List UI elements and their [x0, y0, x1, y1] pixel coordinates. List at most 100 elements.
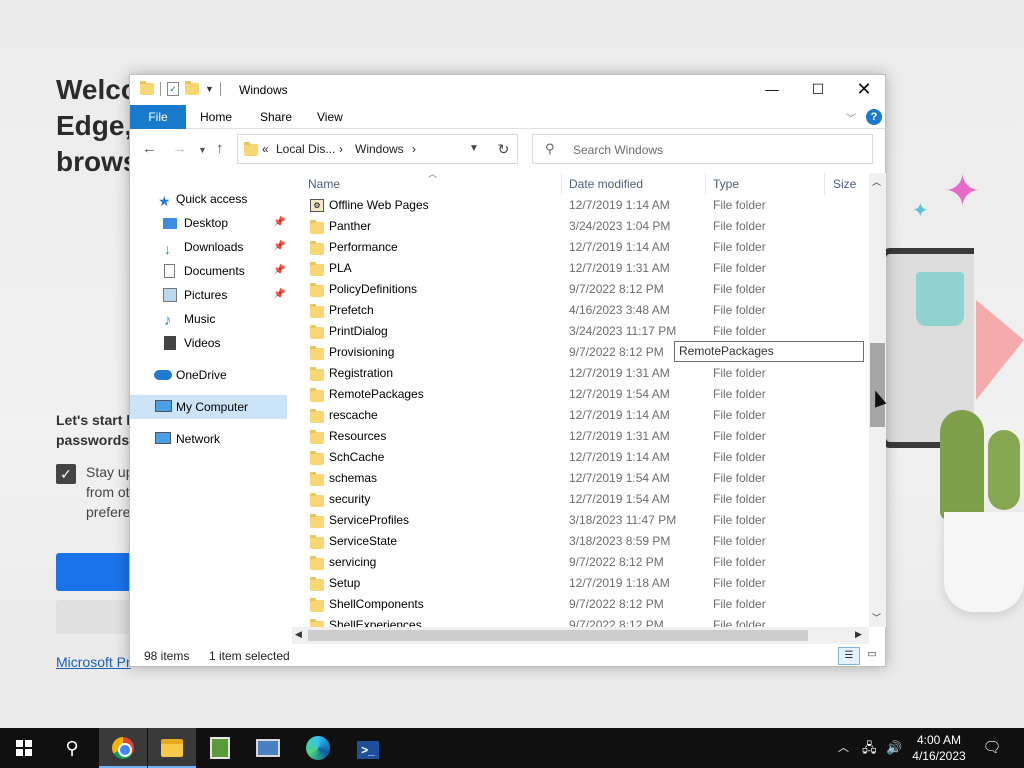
start-button[interactable]: [0, 728, 48, 768]
up-button[interactable]: ↑: [216, 140, 224, 157]
breadcrumb-overflow[interactable]: «: [262, 142, 269, 156]
table-row[interactable]: schemas 12/7/2019 1:54 AM File folder: [302, 468, 869, 489]
tab-file[interactable]: File: [130, 105, 186, 129]
address-bar[interactable]: « Local Dis... › Windows › ▼: [237, 134, 518, 164]
expand-ribbon-icon[interactable]: ﹀: [846, 110, 856, 125]
volume-icon[interactable]: 🔊: [886, 728, 902, 768]
pin-icon[interactable]: 📌: [273, 259, 285, 283]
privacy-link[interactable]: Microsoft Pr: [56, 654, 131, 670]
chevron-down-icon[interactable]: ▼: [469, 143, 479, 154]
horizontal-scrollbar[interactable]: ◀ ▶: [292, 627, 869, 644]
table-row[interactable]: ShellExperiences 9/7/2022 8:12 PM File f…: [302, 615, 869, 627]
pin-icon[interactable]: 📌: [273, 211, 285, 235]
table-row[interactable]: Resources 12/7/2019 1:31 AM File folder: [302, 426, 869, 447]
table-row[interactable]: Panther 3/24/2023 1:04 PM File folder: [302, 216, 869, 237]
table-row[interactable]: ⚙ Offline Web Pages 12/7/2019 1:14 AM Fi…: [302, 195, 869, 216]
pin-icon[interactable]: 📌: [273, 283, 285, 307]
scroll-left-icon[interactable]: ◀: [295, 629, 302, 640]
stay-line-3: prefere: [86, 504, 131, 520]
secondary-button[interactable]: [56, 600, 136, 634]
scroll-right-icon[interactable]: ▶: [855, 629, 862, 640]
recent-locations-icon[interactable]: ▼: [198, 145, 207, 155]
scrollbar-thumb[interactable]: [870, 343, 885, 427]
table-row[interactable]: Performance 12/7/2019 1:14 AM File folde…: [302, 237, 869, 258]
search-input[interactable]: Search Windows: [573, 143, 663, 157]
table-row[interactable]: PolicyDefinitions 9/7/2022 8:12 PM File …: [302, 279, 869, 300]
refresh-button[interactable]: ↻: [490, 134, 518, 164]
sidebar-item-videos[interactable]: Videos: [130, 331, 287, 355]
pin-icon[interactable]: 📌: [273, 235, 285, 259]
sidebar-item-pictures[interactable]: Pictures 📌: [130, 283, 287, 307]
table-row[interactable]: RemotePackages 12/7/2019 1:54 AM File fo…: [302, 384, 869, 405]
column-name[interactable]: Name: [308, 177, 340, 191]
folder-icon: [140, 81, 154, 95]
column-divider[interactable]: [705, 173, 706, 195]
scroll-down-icon[interactable]: ﹀: [872, 611, 881, 624]
customize-dropdown-icon[interactable]: ▼: [205, 84, 214, 94]
taskbar-edge[interactable]: [294, 728, 342, 768]
details-view-icon[interactable]: ☰: [838, 647, 860, 665]
minimize-button[interactable]: —: [749, 75, 795, 105]
file-name: PrintDialog: [329, 324, 388, 338]
column-date-modified[interactable]: Date modified: [569, 177, 643, 191]
tab-view[interactable]: View: [303, 105, 357, 129]
primary-button[interactable]: [56, 553, 136, 591]
folder-icon: [310, 409, 324, 423]
clock[interactable]: 4:00 AM 4/16/2023: [912, 732, 966, 764]
table-row[interactable]: security 12/7/2019 1:54 AM File folder: [302, 489, 869, 510]
chevron-right-icon[interactable]: ›: [412, 142, 416, 156]
notification-icon[interactable]: 🗨: [980, 728, 1004, 768]
search-box[interactable]: ⚲ Search Windows: [532, 134, 873, 164]
taskbar-notes-app[interactable]: [196, 728, 244, 768]
file-date: 12/7/2019 1:54 AM: [569, 387, 670, 401]
table-row[interactable]: SchCache 12/7/2019 1:14 AM File folder: [302, 447, 869, 468]
table-row[interactable]: servicing 9/7/2022 8:12 PM File folder: [302, 552, 869, 573]
sidebar-item-onedrive[interactable]: OneDrive: [130, 363, 287, 387]
network-tray-icon[interactable]: 🖧: [862, 728, 877, 768]
sidebar-item-music[interactable]: ♪ Music: [130, 307, 287, 331]
sidebar-item-documents[interactable]: Documents 📌: [130, 259, 287, 283]
sidebar-item-my-computer[interactable]: My Computer: [130, 395, 287, 419]
forward-button[interactable]: →: [172, 140, 187, 157]
taskbar-remote-desktop[interactable]: [244, 728, 292, 768]
stay-checkbox[interactable]: ✓: [56, 464, 76, 484]
breadcrumb-windows[interactable]: Windows: [355, 142, 404, 156]
taskbar-search-button[interactable]: ⚲: [48, 728, 96, 768]
taskbar-chrome[interactable]: [99, 728, 147, 768]
scroll-up-icon[interactable]: ︿: [872, 175, 881, 188]
new-folder-icon[interactable]: [185, 81, 199, 95]
table-row[interactable]: ShellComponents 9/7/2022 8:12 PM File fo…: [302, 594, 869, 615]
maximize-button[interactable]: ☐: [795, 75, 841, 105]
taskbar-file-explorer[interactable]: [148, 728, 196, 768]
column-divider[interactable]: [561, 173, 562, 195]
sidebar-item-downloads[interactable]: ↓ Downloads 📌: [130, 235, 287, 259]
show-hidden-icons[interactable]: ︿: [838, 728, 849, 768]
table-row[interactable]: Setup 12/7/2019 1:18 AM File folder: [302, 573, 869, 594]
scrollbar-thumb[interactable]: [308, 630, 808, 641]
sidebar-item-quick-access[interactable]: ★ Quick access: [130, 187, 287, 211]
help-icon[interactable]: ?: [866, 109, 882, 125]
column-type[interactable]: Type: [713, 177, 739, 191]
table-row[interactable]: ServiceState 3/18/2023 8:59 PM File fold…: [302, 531, 869, 552]
properties-icon[interactable]: ✓: [167, 82, 179, 96]
sidebar-label: Desktop: [184, 216, 229, 230]
sidebar-item-network[interactable]: Network: [130, 427, 287, 451]
table-row[interactable]: Prefetch 4/16/2023 3:48 AM File folder: [302, 300, 869, 321]
table-row[interactable]: PLA 12/7/2019 1:31 AM File folder: [302, 258, 869, 279]
close-button[interactable]: ✕: [841, 75, 887, 105]
column-divider[interactable]: [824, 173, 825, 195]
tab-share[interactable]: Share: [246, 105, 306, 129]
table-row[interactable]: ServiceProfiles 3/18/2023 11:47 PM File …: [302, 510, 869, 531]
breadcrumb-local-disk[interactable]: Local Dis...: [276, 142, 335, 156]
taskbar-powershell[interactable]: >_: [344, 728, 392, 768]
large-icons-view-icon[interactable]: ▭: [862, 647, 882, 665]
welcome-heading: Welco Edge, brows: [56, 72, 138, 180]
table-row[interactable]: Registration 12/7/2019 1:31 AM File fold…: [302, 363, 869, 384]
table-row[interactable]: rescache 12/7/2019 1:14 AM File folder: [302, 405, 869, 426]
back-button[interactable]: ←: [142, 140, 157, 157]
table-row[interactable]: PrintDialog 3/24/2023 11:17 PM File fold…: [302, 321, 869, 342]
sidebar-item-desktop[interactable]: Desktop 📌: [130, 211, 287, 235]
tab-home[interactable]: Home: [186, 105, 246, 129]
chevron-right-icon[interactable]: ›: [339, 142, 343, 156]
column-size[interactable]: Size: [833, 177, 856, 191]
